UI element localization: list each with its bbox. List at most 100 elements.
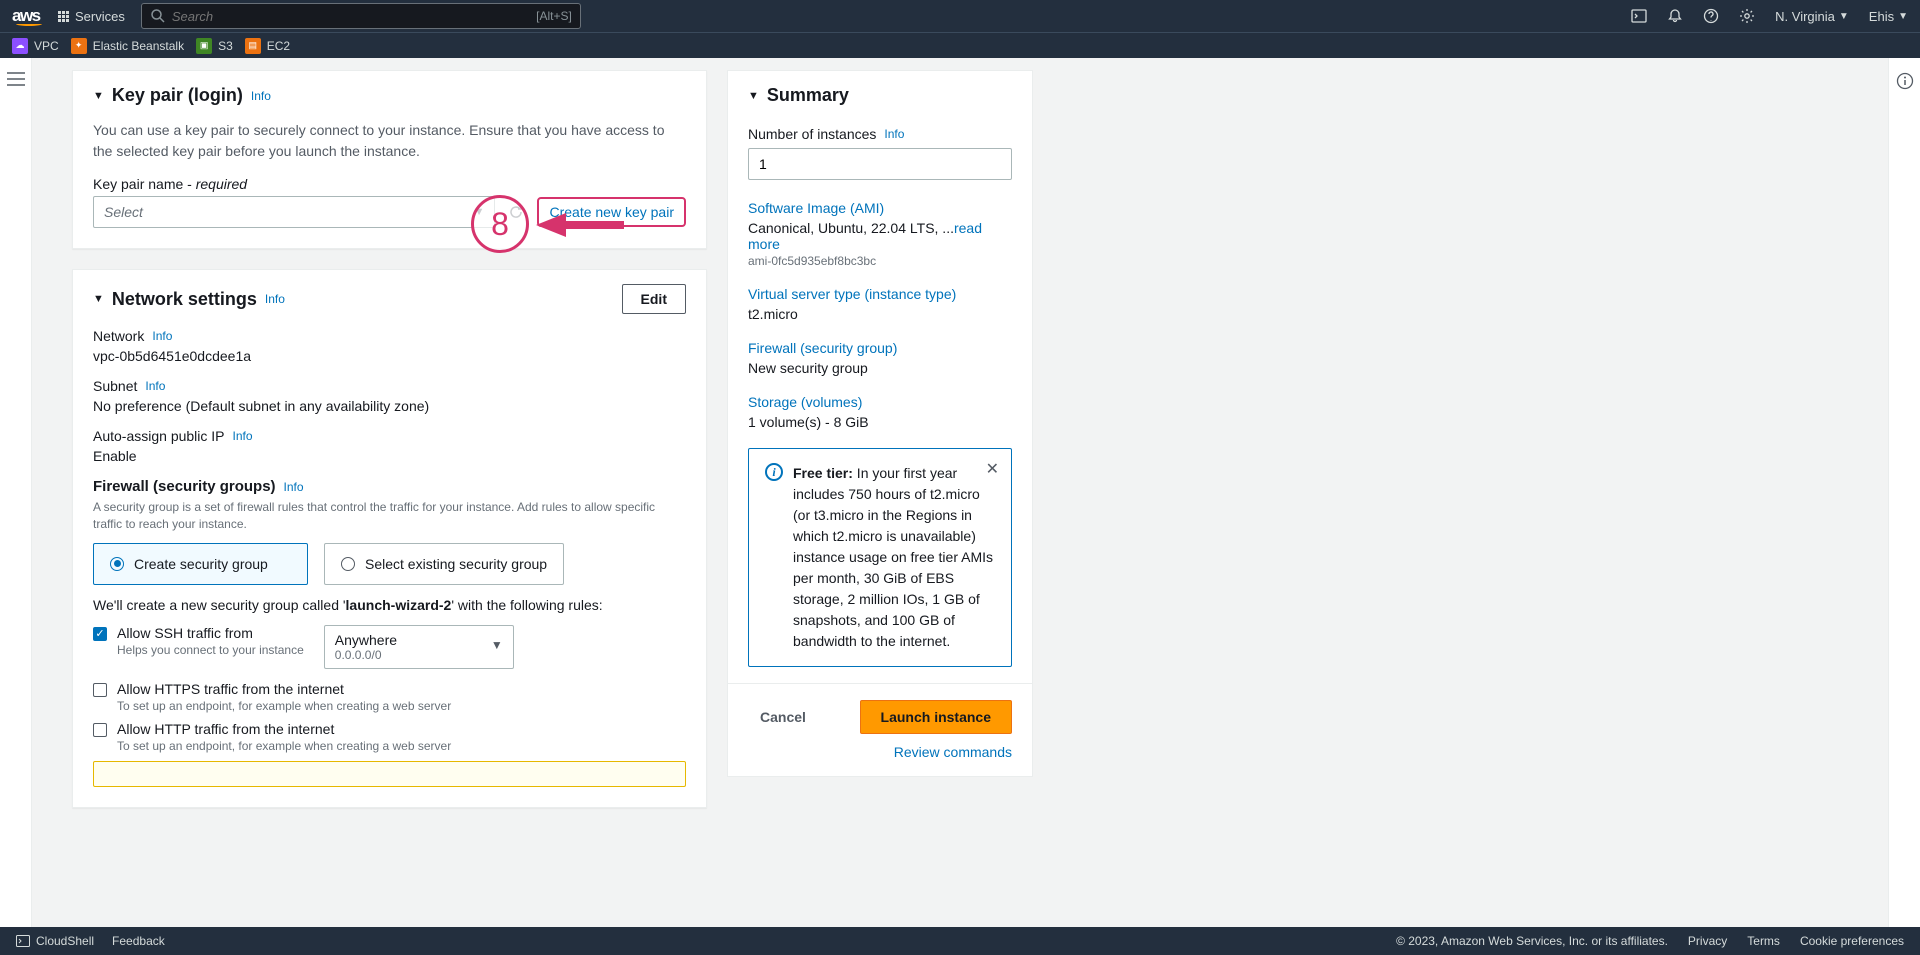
bell-icon[interactable] xyxy=(1667,8,1683,24)
feedback-link[interactable]: Feedback xyxy=(112,934,165,948)
num-instances-info-link[interactable]: Info xyxy=(884,127,904,141)
num-instances-label: Number of instances xyxy=(748,126,876,142)
network-settings-panel: ▼ Network settings Info Edit Network Info… xyxy=(72,269,707,808)
region-selector[interactable]: N. Virginia▼ xyxy=(1775,9,1849,24)
grid-icon xyxy=(58,11,69,22)
firewall-value: New security group xyxy=(748,360,1012,376)
security-group-rule-text: We'll create a new security group called… xyxy=(93,597,686,613)
terms-link[interactable]: Terms xyxy=(1747,934,1780,948)
help-icon[interactable] xyxy=(1703,8,1719,24)
info-icon: i xyxy=(765,463,783,481)
collapse-icon[interactable]: ▼ xyxy=(93,293,104,305)
services-button[interactable]: Services xyxy=(58,9,125,24)
key-pair-panel: ▼ Key pair (login) Info You can use a ke… xyxy=(72,70,707,249)
collapse-icon[interactable]: ▼ xyxy=(93,90,104,102)
auto-ip-info-link[interactable]: Info xyxy=(233,429,253,443)
num-instances-input[interactable] xyxy=(748,148,1012,180)
search-box[interactable]: [Alt+S] xyxy=(141,3,581,29)
auto-ip-value: Enable xyxy=(93,448,686,464)
edit-button[interactable]: Edit xyxy=(622,284,686,314)
allow-https-checkbox[interactable] xyxy=(93,683,107,697)
firewall-title: Firewall (security groups) xyxy=(93,478,276,495)
create-security-group-radio[interactable]: Create security group xyxy=(93,543,308,585)
footer: CloudShell Feedback © 2023, Amazon Web S… xyxy=(0,927,1920,955)
auto-ip-label: Auto-assign public IP xyxy=(93,428,225,444)
firewall-description: A security group is a set of firewall ru… xyxy=(93,499,686,533)
allow-ssh-hint: Helps you connect to your instance xyxy=(117,643,304,657)
close-icon[interactable]: ✕ xyxy=(986,459,999,479)
cloudshell-icon[interactable] xyxy=(1631,8,1647,24)
refresh-button[interactable] xyxy=(505,201,527,223)
user-menu[interactable]: Ehis▼ xyxy=(1869,9,1908,24)
fav-s3[interactable]: ▣S3 xyxy=(196,38,233,54)
chevron-down-icon: ▼ xyxy=(491,638,503,652)
ssh-source-select[interactable]: Anywhere 0.0.0.0/0 ▼ xyxy=(324,625,514,669)
key-pair-select[interactable]: Select ▼ xyxy=(93,196,495,228)
left-rail xyxy=(0,58,32,927)
network-field-info-link[interactable]: Info xyxy=(152,329,172,343)
collapse-icon[interactable]: ▼ xyxy=(748,90,759,102)
vpc-icon: ☁ xyxy=(12,38,28,54)
search-shortcut: [Alt+S] xyxy=(536,9,572,23)
gear-icon[interactable] xyxy=(1739,8,1755,24)
launch-instance-button[interactable]: Launch instance xyxy=(860,700,1012,734)
subnet-value: No preference (Default subnet in any ava… xyxy=(93,398,686,414)
ami-value: Canonical, Ubuntu, 22.04 LTS, ...read mo… xyxy=(748,220,1012,252)
s3-icon: ▣ xyxy=(196,38,212,54)
cancel-button[interactable]: Cancel xyxy=(748,701,818,733)
summary-title: Summary xyxy=(767,85,849,106)
network-settings-title: Network settings xyxy=(112,289,257,310)
allow-http-checkbox[interactable] xyxy=(93,723,107,737)
eb-icon: ✦ xyxy=(71,38,87,54)
terminal-icon xyxy=(16,934,30,948)
network-label: Network xyxy=(93,328,144,344)
allow-ssh-label: Allow SSH traffic from xyxy=(117,625,304,641)
key-pair-info-link[interactable]: Info xyxy=(251,89,271,103)
key-pair-title: Key pair (login) xyxy=(112,85,243,106)
subnet-info-link[interactable]: Info xyxy=(145,379,165,393)
allow-http-label: Allow HTTP traffic from the internet xyxy=(117,721,451,737)
search-input[interactable] xyxy=(172,9,536,24)
firewall-link[interactable]: Firewall (security group) xyxy=(748,340,1012,356)
search-icon xyxy=(150,8,166,24)
cookie-preferences-link[interactable]: Cookie preferences xyxy=(1800,934,1904,948)
free-tier-text: Free tier: In your first year includes 7… xyxy=(793,463,995,652)
key-pair-description: You can use a key pair to securely conne… xyxy=(93,120,686,162)
create-key-pair-link[interactable]: Create new key pair xyxy=(537,197,686,227)
copyright-text: © 2023, Amazon Web Services, Inc. or its… xyxy=(1396,934,1668,948)
top-nav: aws Services [Alt+S] N. Virginia▼ Ehis▼ xyxy=(0,0,1920,32)
services-label: Services xyxy=(75,9,125,24)
instance-type-value: t2.micro xyxy=(748,306,1012,322)
chevron-down-icon: ▼ xyxy=(474,206,485,218)
warning-box xyxy=(93,761,686,787)
favorites-bar: ☁VPC ✦Elastic Beanstalk ▣S3 ▤EC2 xyxy=(0,32,1920,58)
ami-link[interactable]: Software Image (AMI) xyxy=(748,200,1012,216)
network-info-link[interactable]: Info xyxy=(265,292,285,306)
select-security-group-radio[interactable]: Select existing security group xyxy=(324,543,564,585)
chevron-down-icon: ▼ xyxy=(1898,11,1908,22)
allow-https-hint: To set up an endpoint, for example when … xyxy=(117,699,451,713)
network-value: vpc-0b5d6451e0dcdee1a xyxy=(93,348,686,364)
allow-http-hint: To set up an endpoint, for example when … xyxy=(117,739,451,753)
cloudshell-link[interactable]: CloudShell xyxy=(16,934,94,948)
right-rail xyxy=(1888,58,1920,927)
info-panel-icon[interactable] xyxy=(1896,72,1914,93)
fav-ec2[interactable]: ▤EC2 xyxy=(245,38,290,54)
review-commands-link[interactable]: Review commands xyxy=(748,744,1012,760)
allow-https-label: Allow HTTPS traffic from the internet xyxy=(117,681,451,697)
hamburger-icon[interactable] xyxy=(7,72,25,89)
fav-elastic-beanstalk[interactable]: ✦Elastic Beanstalk xyxy=(71,38,184,54)
aws-logo[interactable]: aws xyxy=(12,6,42,26)
radio-icon xyxy=(341,557,355,571)
instance-type-link[interactable]: Virtual server type (instance type) xyxy=(748,286,1012,302)
ec2-icon: ▤ xyxy=(245,38,261,54)
key-pair-name-label: Key pair name - required xyxy=(93,176,686,192)
radio-icon xyxy=(110,557,124,571)
allow-ssh-checkbox[interactable]: ✓ xyxy=(93,627,107,641)
fav-vpc[interactable]: ☁VPC xyxy=(12,38,59,54)
firewall-info-link[interactable]: Info xyxy=(284,480,304,494)
storage-link[interactable]: Storage (volumes) xyxy=(748,394,1012,410)
subnet-label: Subnet xyxy=(93,378,137,394)
privacy-link[interactable]: Privacy xyxy=(1688,934,1727,948)
free-tier-info-box: i Free tier: In your first year includes… xyxy=(748,448,1012,667)
